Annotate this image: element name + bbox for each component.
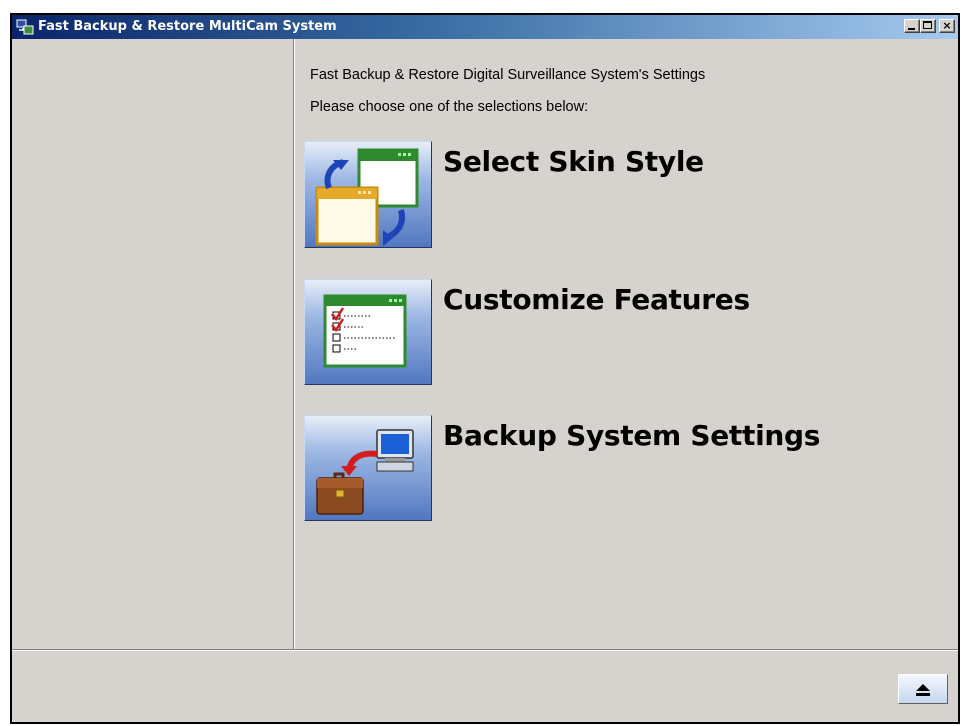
- title-bar[interactable]: Fast Backup & Restore MultiCam System ×: [12, 15, 958, 39]
- select-skin-style-label[interactable]: Select Skin Style: [443, 145, 704, 178]
- maximize-button[interactable]: [920, 19, 936, 33]
- settings-heading: Fast Backup & Restore Digital Surveillan…: [310, 67, 706, 83]
- customize-features-label[interactable]: Customize Features: [443, 283, 750, 316]
- instruction-text: Please choose one of the selections belo…: [310, 99, 589, 115]
- select-skin-style-option[interactable]: Select Skin Style: [304, 141, 864, 249]
- minimize-icon: [908, 28, 915, 30]
- left-panel: [12, 39, 293, 649]
- backup-system-settings-option[interactable]: Backup System Settings: [304, 415, 864, 523]
- app-icon: [16, 19, 34, 35]
- skin-windows-icon: [315, 148, 419, 246]
- select-skin-style-button[interactable]: [304, 141, 432, 248]
- backup-system-settings-label[interactable]: Backup System Settings: [443, 419, 820, 452]
- app-window: Fast Backup & Restore MultiCam System × …: [10, 13, 960, 724]
- customize-features-button[interactable]: [304, 279, 432, 385]
- close-button[interactable]: ×: [939, 19, 955, 33]
- checklist-icon: [323, 294, 407, 368]
- briefcase-computer-icon: [316, 429, 414, 515]
- close-icon: ×: [942, 19, 952, 32]
- horizontal-divider: [12, 649, 958, 651]
- window-title: Fast Backup & Restore MultiCam System: [38, 19, 337, 34]
- backup-system-settings-button[interactable]: [304, 415, 432, 521]
- eject-button[interactable]: [898, 674, 948, 704]
- minimize-button[interactable]: [904, 19, 920, 33]
- customize-features-option[interactable]: Customize Features: [304, 279, 864, 387]
- vertical-divider: [293, 39, 295, 649]
- maximize-icon: [923, 21, 932, 29]
- eject-icon: [916, 684, 930, 696]
